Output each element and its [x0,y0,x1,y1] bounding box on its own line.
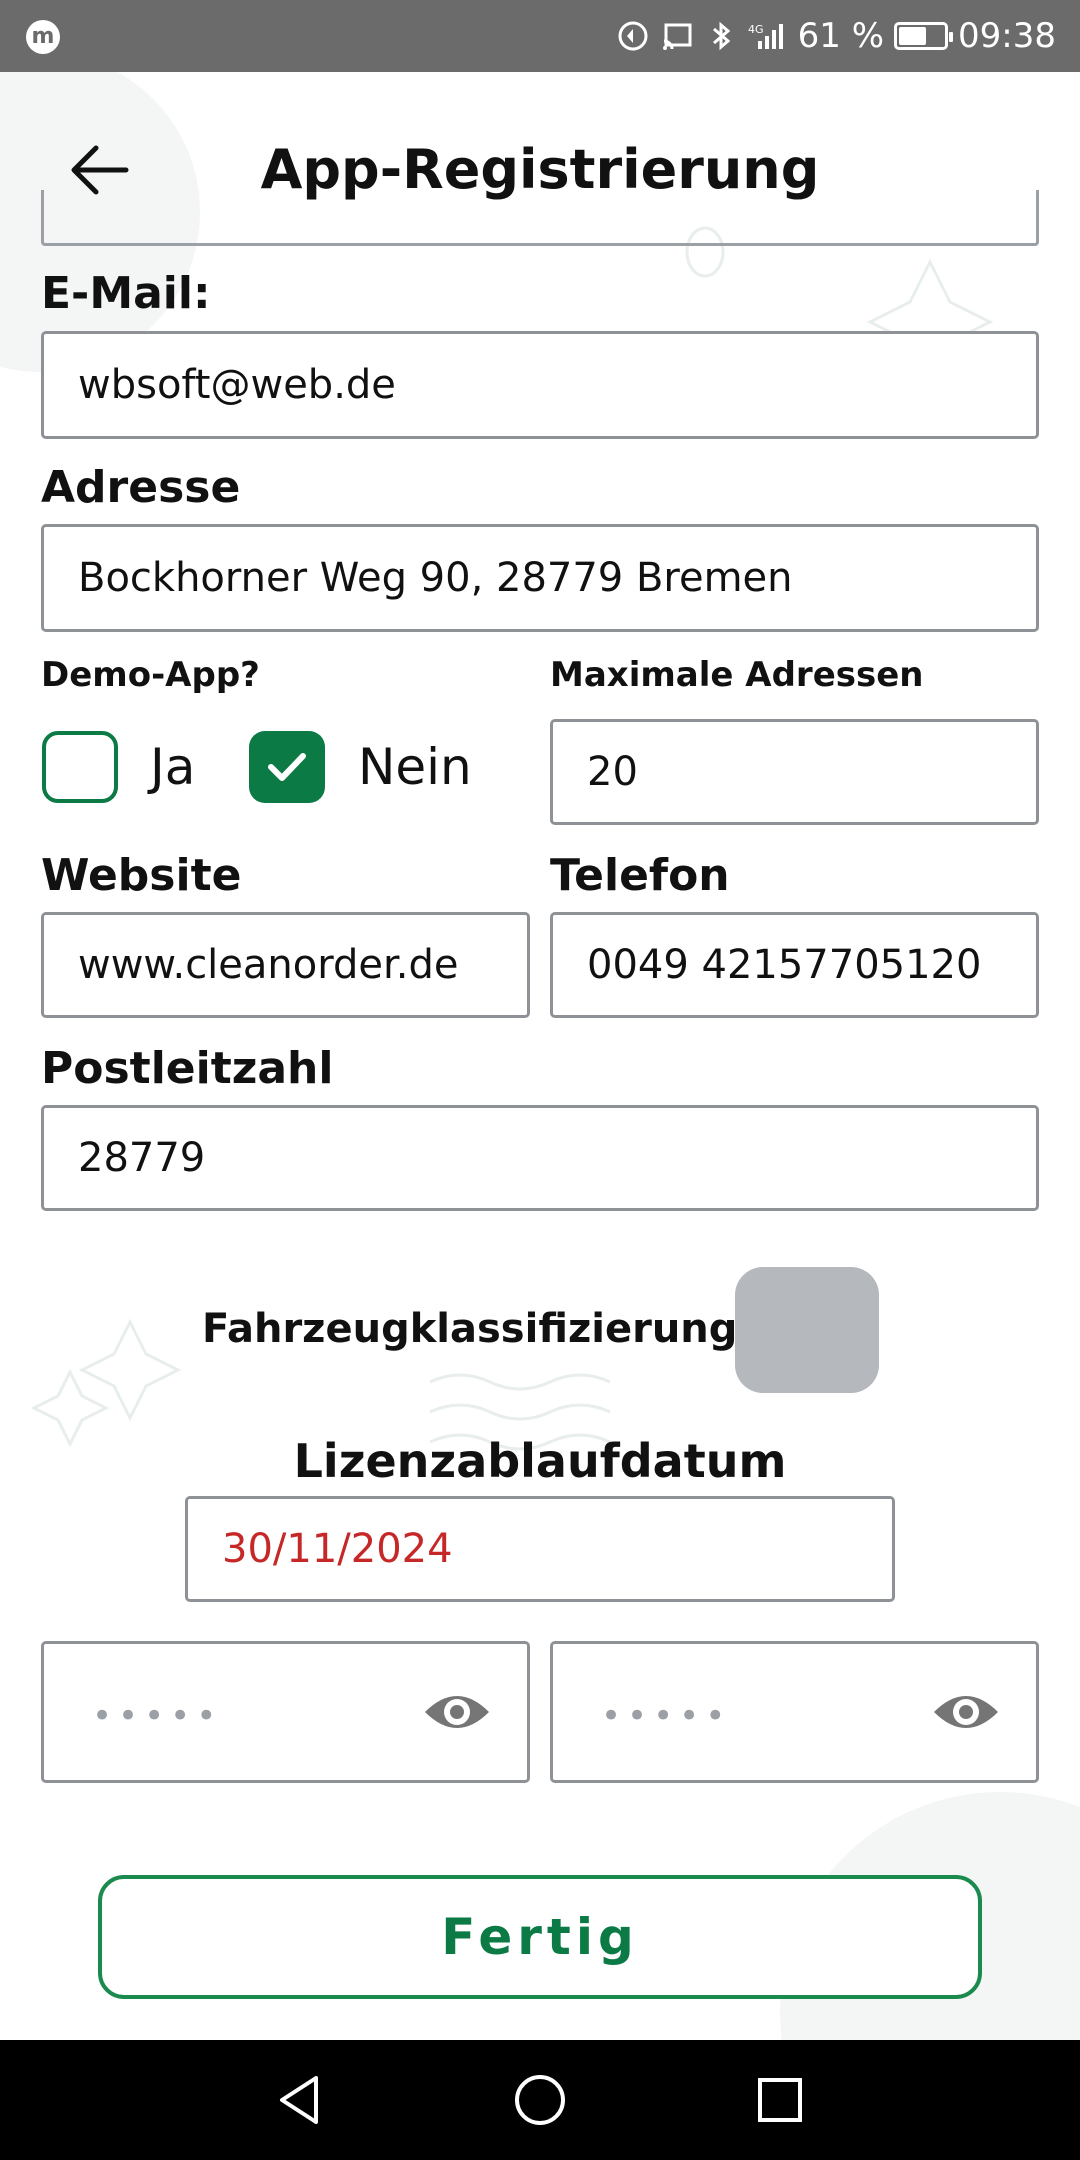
check-icon [268,753,306,781]
postal-code-field[interactable]: 28779 [41,1105,1039,1211]
demo-yes-checkbox[interactable] [42,731,118,803]
data-saver-icon [618,21,648,51]
website-label: Website [41,850,242,901]
eye-icon[interactable] [932,1682,1000,1742]
license-expiry-date-field[interactable]: 30/11/2024 [185,1496,895,1602]
password-field[interactable]: ••••• [41,1641,530,1783]
done-button[interactable]: Fertig [98,1875,982,1999]
max-addresses-label: Maximale Adressen [550,655,924,695]
app-logo-icon: m [26,20,60,54]
password-confirm-masked-value: ••••• [601,1696,732,1736]
password-confirm-field[interactable]: ••••• [550,1641,1039,1783]
battery-icon [894,22,954,50]
password-masked-value: ••••• [92,1696,223,1736]
license-expiry-label: Lizenzablaufdatum [293,1434,787,1488]
vehicle-classification-toggle[interactable] [735,1267,879,1393]
demo-no-checkbox[interactable] [249,731,325,803]
status-bar: m 4G 61 % 09:38 [0,0,1080,72]
scrolled-field-bottom[interactable] [41,190,1039,246]
email-label: E-Mail: [41,268,211,319]
website-field[interactable]: www.cleanorder.de [41,912,530,1018]
signal-4g-icon: 4G [748,23,783,49]
cast-icon [662,23,692,50]
phone-field[interactable]: 0049 42157705120 [550,912,1039,1018]
system-nav-bar [0,2040,1080,2160]
svg-text:4G: 4G [748,23,764,36]
arrow-left-icon [71,145,129,195]
max-addresses-field[interactable]: 20 [550,719,1039,825]
vehicle-classification-label: Fahrzeugklassifizierung [202,1306,738,1352]
clock: 09:38 [958,16,1056,56]
demo-no-label: Nein [358,738,472,796]
address-field[interactable]: Bockhorner Weg 90, 28779 Bremen [41,524,1039,632]
postal-code-label: Postleitzahl [41,1043,334,1094]
home-circle-icon[interactable] [510,2070,570,2130]
eye-icon[interactable] [423,1682,491,1742]
back-triangle-icon[interactable] [270,2070,330,2130]
address-label: Adresse [41,462,241,513]
recents-square-icon[interactable] [750,2070,810,2130]
demo-app-label: Demo-App? [41,655,260,695]
bluetooth-icon [712,21,730,51]
demo-yes-label: Ja [150,738,196,796]
email-field[interactable]: wbsoft@web.de [41,331,1039,439]
phone-label: Telefon [550,850,730,901]
battery-percent: 61 % [797,16,885,56]
